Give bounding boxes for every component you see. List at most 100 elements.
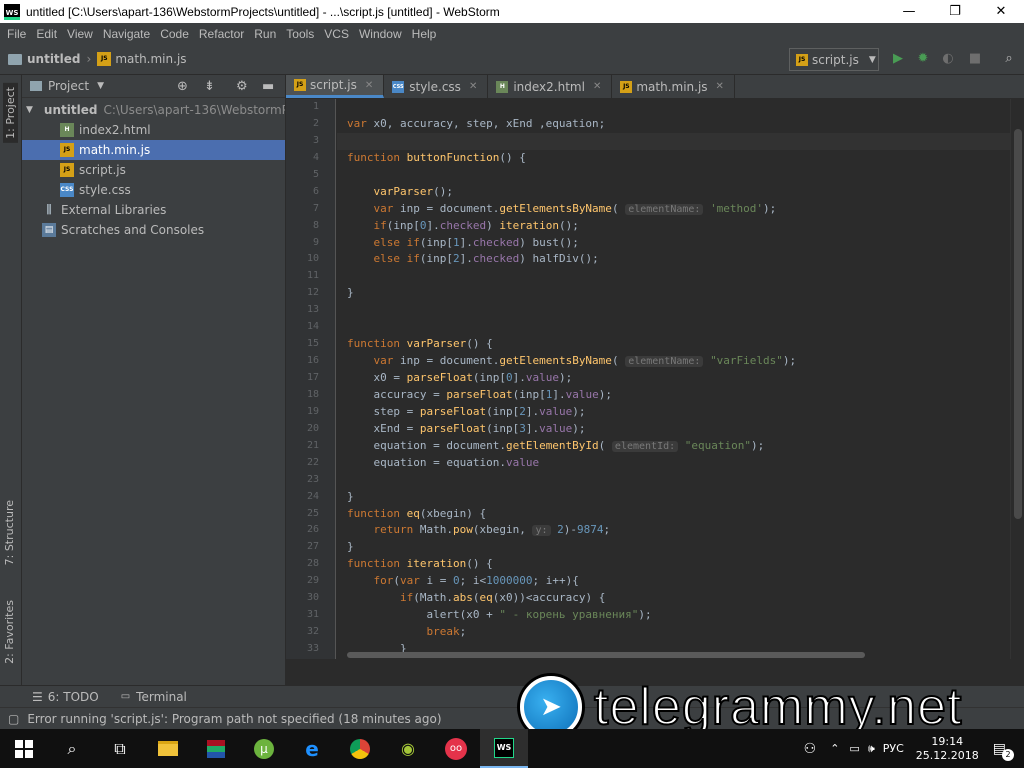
tool-tab-structure[interactable]: 7: Structure [3, 500, 16, 565]
notifications-icon[interactable]: ▤ 2 [993, 741, 1014, 761]
code-line[interactable]: varParser(); [337, 184, 1010, 201]
utorrent-icon[interactable]: µ [240, 729, 288, 768]
people-icon[interactable]: ⚇ [804, 741, 817, 757]
volume-icon[interactable]: 🕪 [868, 742, 875, 756]
network-icon[interactable]: ▭ [849, 742, 859, 755]
search-icon[interactable]: ⌕ [48, 729, 96, 768]
app-icon[interactable]: oo [432, 729, 480, 768]
breadcrumb-file[interactable]: JS math.min.js [97, 52, 187, 66]
menu-refactor[interactable]: Refactor [194, 27, 249, 41]
collapse-all-icon[interactable]: ⇟ [204, 79, 215, 94]
code-line[interactable]: alert(x0 + " - корень уравнения"); [337, 607, 1010, 624]
close-tab-icon[interactable]: ✕ [716, 81, 724, 92]
code-line[interactable]: break; [337, 624, 1010, 641]
clock[interactable]: 19:14 25.12.2018 [916, 735, 979, 763]
menu-file[interactable]: File [2, 27, 31, 41]
windows-start-icon[interactable] [0, 729, 48, 768]
code-line[interactable] [337, 132, 1010, 150]
menu-vcs[interactable]: VCS [319, 27, 354, 41]
editor-vertical-scrollbar[interactable] [1010, 99, 1024, 659]
code-line[interactable]: equation = document.getElementById( elem… [337, 438, 1010, 455]
code-editor[interactable]: var x0, accuracy, step, xEnd ,equation; f… [337, 99, 1010, 659]
code-line[interactable] [337, 302, 1010, 319]
tab-style-css[interactable]: CSS style.css ✕ [384, 75, 489, 98]
menu-view[interactable]: View [62, 27, 98, 41]
expand-arrow-icon[interactable]: ▼ [26, 105, 33, 115]
terminal-tool-button[interactable]: ▭ Terminal [121, 690, 187, 704]
status-toggle-icon[interactable]: ▢ [8, 712, 19, 726]
chevron-down-icon[interactable]: ▼ [97, 81, 104, 91]
close-tab-icon[interactable]: ✕ [593, 81, 601, 92]
menu-edit[interactable]: Edit [31, 27, 62, 41]
webstorm-taskbar-icon[interactable]: WS [480, 729, 528, 768]
code-line[interactable]: accuracy = parseFloat(inp[1].value); [337, 387, 1010, 404]
file-explorer-icon[interactable] [144, 729, 192, 768]
code-line[interactable] [337, 167, 1010, 184]
hide-panel-icon[interactable]: ▬ [262, 79, 274, 94]
code-line[interactable]: x0 = parseFloat(inp[0].value); [337, 370, 1010, 387]
code-line[interactable]: } [337, 285, 1010, 302]
winrar-icon[interactable] [192, 729, 240, 768]
tab-index2-html[interactable]: H index2.html ✕ [488, 75, 613, 98]
tree-root[interactable]: ▼ untitled C:\Users\apart-136\WebstormPr… [22, 100, 285, 120]
keyboard-language[interactable]: РУС [883, 742, 904, 755]
tree-item-external-libraries[interactable]: ⫼ External Libraries [22, 200, 285, 220]
close-tab-icon[interactable]: ✕ [469, 81, 477, 92]
edge-icon[interactable]: e [288, 729, 336, 768]
scrollbar-thumb[interactable] [347, 652, 865, 658]
code-line[interactable]: else if(inp[1].checked) bust(); [337, 235, 1010, 252]
tree-item-style-css[interactable]: CSS style.css [22, 180, 285, 200]
code-line[interactable]: function iteration() { [337, 556, 1010, 573]
project-view-select[interactable]: Project [48, 79, 89, 93]
code-line[interactable]: step = parseFloat(inp[2].value); [337, 404, 1010, 421]
code-line[interactable] [337, 99, 1010, 116]
gear-icon[interactable]: ⚙ [236, 79, 248, 94]
menu-code[interactable]: Code [155, 27, 194, 41]
close-button[interactable]: ✕ [978, 0, 1024, 23]
tree-item-math-min-js[interactable]: JS math.min.js [22, 140, 285, 160]
task-view-icon[interactable]: ⧉ [96, 729, 144, 768]
todo-tool-button[interactable]: ☰ 6: TODO [32, 690, 99, 704]
debug-icon[interactable]: ✹ [914, 50, 932, 68]
menu-window[interactable]: Window [354, 27, 407, 41]
stop-icon[interactable]: ■ [966, 50, 984, 68]
code-line[interactable]: for(var i = 0; i<1000000; i++){ [337, 573, 1010, 590]
tree-item-scratches[interactable]: ▤ Scratches and Consoles [22, 220, 285, 240]
show-hidden-icons-icon[interactable]: ⌃ [830, 742, 839, 755]
status-message[interactable]: Error running 'script.js': Program path … [27, 712, 441, 726]
run-icon[interactable]: ▶ [889, 50, 907, 68]
tab-script-js[interactable]: JS script.js ✕ [286, 75, 385, 98]
code-line[interactable]: } [337, 539, 1010, 556]
code-line[interactable]: var inp = document.getElementsByName( el… [337, 201, 1010, 218]
code-line[interactable]: return Math.pow(xbegin, y: 2)-9874; [337, 522, 1010, 539]
menu-tools[interactable]: Tools [281, 27, 319, 41]
code-line[interactable]: var x0, accuracy, step, xEnd ,equation; [337, 116, 1010, 133]
code-line[interactable]: } [337, 489, 1010, 506]
code-line[interactable]: function varParser() { [337, 336, 1010, 353]
editor-horizontal-scrollbar[interactable] [337, 651, 1010, 659]
coverage-icon[interactable]: ◐ [939, 50, 957, 68]
maximize-button[interactable]: ❐ [932, 0, 978, 23]
minimize-button[interactable]: — [886, 0, 932, 23]
tool-tab-project[interactable]: 1: Project [3, 83, 18, 143]
code-line[interactable]: var inp = document.getElementsByName( el… [337, 353, 1010, 370]
menu-help[interactable]: Help [407, 27, 442, 41]
code-line[interactable]: function buttonFunction() { [337, 150, 1010, 167]
code-line[interactable]: if(Math.abs(eq(x0))<accuracy) { [337, 590, 1010, 607]
locate-file-icon[interactable]: ⊕ [177, 79, 188, 94]
android-studio-icon[interactable]: ◉ [384, 729, 432, 768]
tree-item-script-js[interactable]: JS script.js [22, 160, 285, 180]
tab-math-min-js[interactable]: JS math.min.js ✕ [612, 75, 735, 98]
code-line[interactable] [337, 319, 1010, 336]
tree-item-index2-html[interactable]: H index2.html [22, 120, 285, 140]
code-line[interactable] [337, 268, 1010, 285]
breadcrumb-project[interactable]: untitled › [8, 52, 97, 66]
code-line[interactable] [337, 472, 1010, 489]
chrome-icon[interactable] [336, 729, 384, 768]
close-tab-icon[interactable]: ✕ [365, 80, 373, 91]
run-configuration-select[interactable]: JS script.js ▼ [789, 48, 879, 71]
code-line[interactable]: xEnd = parseFloat(inp[3].value); [337, 421, 1010, 438]
tool-tab-favorites[interactable]: 2: Favorites [3, 600, 16, 664]
code-line[interactable]: if(inp[0].checked) iteration(); [337, 218, 1010, 235]
code-line[interactable]: else if(inp[2].checked) halfDiv(); [337, 251, 1010, 268]
